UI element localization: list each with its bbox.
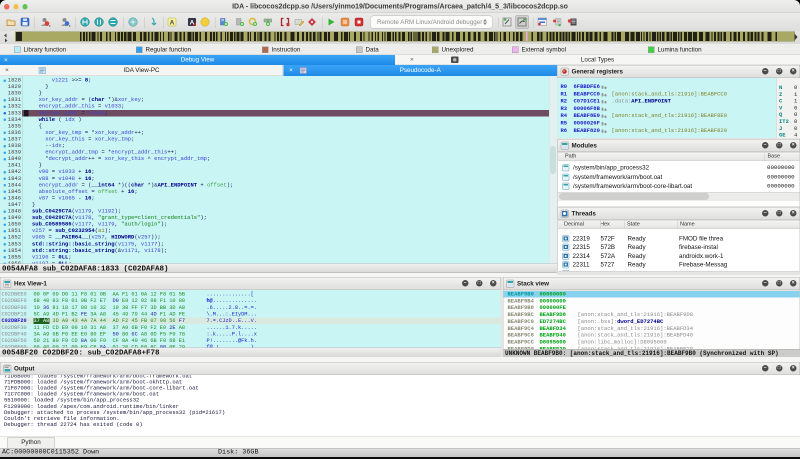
- svg-text:A: A: [170, 20, 175, 27]
- svg-text:H: H: [5, 283, 8, 288]
